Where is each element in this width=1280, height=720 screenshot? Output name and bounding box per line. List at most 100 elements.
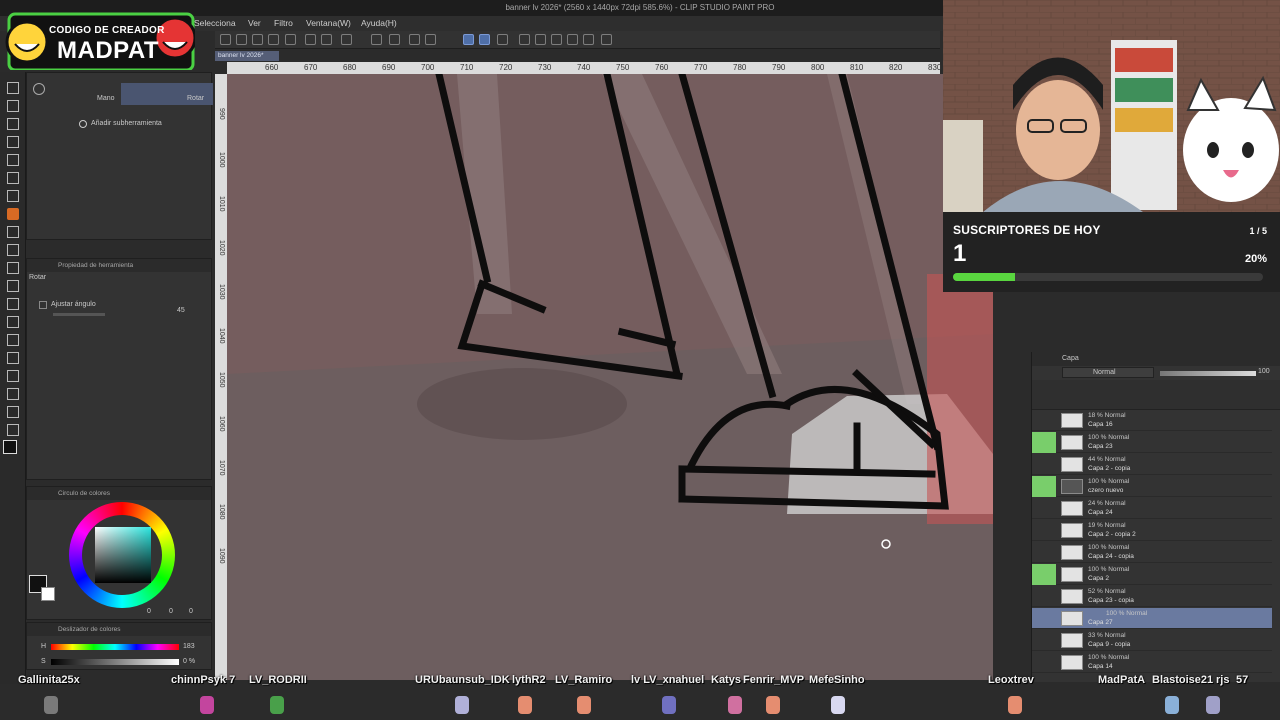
line-fix-tool-icon[interactable] — [7, 424, 19, 436]
layer-row[interactable]: 52 % Normal Capa 23 - copia — [1032, 586, 1272, 607]
visibility-eye-icon[interactable] — [1032, 432, 1056, 453]
background-color-swatch[interactable] — [41, 587, 55, 601]
select-tool-icon[interactable] — [7, 82, 19, 94]
snap-ruler-icon[interactable] — [463, 34, 474, 45]
frame-tool-icon[interactable] — [7, 352, 19, 364]
opacity-value[interactable]: 100 — [1258, 368, 1270, 375]
visibility-eye-icon[interactable] — [1032, 542, 1056, 563]
saturation-value[interactable]: 0 % — [183, 658, 195, 665]
layer-row[interactable]: 100 % Normal Capa 24 - copia — [1032, 542, 1272, 563]
layer-row[interactable]: 18 % Normal Capa 16 — [1032, 410, 1272, 431]
text-tool-icon[interactable] — [7, 388, 19, 400]
menu-ayuda[interactable]: Ayuda(H) — [361, 16, 397, 31]
hue-value[interactable]: 183 — [183, 643, 195, 650]
open-icon[interactable] — [236, 34, 247, 45]
monitor-icon[interactable] — [601, 34, 612, 45]
redo-icon[interactable] — [321, 34, 332, 45]
chat-username: Blastoise21 — [1152, 674, 1214, 686]
blend-tool-icon[interactable] — [7, 280, 19, 292]
add-subtool-button[interactable]: Añadir subherramienta — [91, 120, 162, 127]
hue-slider[interactable] — [51, 644, 179, 650]
snap-special-ruler-icon[interactable] — [479, 34, 490, 45]
undo-icon[interactable] — [305, 34, 316, 45]
gradient-tool-icon[interactable] — [7, 316, 19, 328]
clear-icon[interactable] — [409, 34, 420, 45]
figure-tool-icon[interactable] — [7, 334, 19, 346]
layer-mode: 24 % Normal — [1088, 500, 1126, 507]
layer-row[interactable]: 19 % Normal Capa 2 - copia 2 — [1032, 520, 1272, 541]
ruler-top-label: 750 — [616, 63, 630, 72]
blend-mode-select[interactable]: Normal — [1062, 367, 1154, 378]
grid-icon[interactable] — [583, 34, 594, 45]
layer-thumbnail — [1061, 655, 1083, 670]
layer-mode: 100 % Normal — [1088, 654, 1130, 661]
eyedropper-tool-icon[interactable] — [7, 154, 19, 166]
main-color-swatch[interactable] — [3, 440, 17, 454]
zoom-fit-icon[interactable] — [551, 34, 562, 45]
layer-thumbnail — [1061, 545, 1083, 560]
crop-icon[interactable] — [389, 34, 400, 45]
save-icon[interactable] — [252, 34, 263, 45]
layer-row[interactable]: 33 % Normal Capa 9 - copia — [1032, 630, 1272, 651]
fill-tool-icon[interactable] — [7, 298, 19, 310]
brush-tool-icon[interactable] — [7, 208, 19, 220]
pen-tool-icon[interactable] — [7, 172, 19, 184]
airbrush-tool-icon[interactable] — [7, 226, 19, 238]
layer-name: Capa 23 — [1088, 443, 1113, 450]
chat-username: Leoxtrev — [988, 674, 1034, 686]
snap-angle-checkbox[interactable] — [39, 301, 47, 309]
subtool-hand-label[interactable]: Mano — [97, 95, 115, 102]
menu-ventana[interactable]: Ventana(W) — [306, 16, 351, 31]
lasso-tool-icon[interactable] — [7, 118, 19, 130]
webcam-feed — [943, 0, 1280, 212]
saturation-value-square[interactable] — [95, 527, 151, 583]
angle-slider[interactable] — [53, 313, 105, 316]
visibility-eye-icon[interactable] — [1032, 564, 1056, 585]
menu-ver[interactable]: Ver — [248, 16, 261, 31]
ruler-tool-icon[interactable] — [7, 370, 19, 382]
canvas-tab[interactable]: banner lv 2026* — [215, 51, 279, 61]
balloon-tool-icon[interactable] — [7, 406, 19, 418]
fill-icon[interactable] — [425, 34, 436, 45]
new-icon[interactable] — [220, 34, 231, 45]
menu-filtro[interactable]: Filtro — [274, 16, 293, 31]
add-icon — [79, 120, 87, 128]
saturation-slider[interactable] — [51, 659, 179, 665]
pen-icon[interactable] — [497, 34, 508, 45]
layer-row[interactable]: 24 % Normal Capa 24 — [1032, 498, 1272, 519]
menu-selecciona[interactable]: Selecciona — [194, 16, 236, 31]
visibility-eye-icon[interactable] — [1032, 630, 1056, 651]
layer-tab[interactable]: Capa — [1062, 355, 1079, 362]
visibility-eye-icon[interactable] — [1032, 520, 1056, 541]
layer-row[interactable]: 100 % Normal Capa 2 — [1032, 564, 1272, 585]
ruler-top-label: 690 — [382, 63, 396, 72]
visibility-eye-icon[interactable] — [1032, 454, 1056, 475]
help-icon[interactable] — [519, 34, 530, 45]
move-icon[interactable] — [567, 34, 578, 45]
layer-thumbnail — [1061, 567, 1083, 582]
angle-value[interactable]: 45 — [177, 307, 185, 314]
visibility-eye-icon[interactable] — [1032, 608, 1056, 629]
loading-icon[interactable] — [341, 34, 352, 45]
visibility-eye-icon[interactable] — [1032, 586, 1056, 607]
subtool-rotate-label[interactable]: Rotar — [187, 95, 204, 102]
visibility-eye-icon[interactable] — [1032, 498, 1056, 519]
export-icon[interactable] — [268, 34, 279, 45]
eraser-tool-icon[interactable] — [7, 262, 19, 274]
pencil-tool-icon[interactable] — [7, 190, 19, 202]
layer-row-selected[interactable]: 100 % Normal Capa 27 — [1032, 608, 1272, 629]
color-circle-panel: Circulo de colores 0 0 0 — [26, 486, 212, 620]
layer-folder-row[interactable]: 100 % Normal czero nuevo — [1032, 476, 1272, 497]
cloud-icon[interactable] — [285, 34, 296, 45]
layer-row[interactable]: 100 % Normal Capa 23 — [1032, 432, 1272, 453]
opacity-slider[interactable] — [1160, 371, 1256, 376]
layer-row[interactable]: 44 % Normal Capa 2 - copia — [1032, 454, 1272, 475]
move-tool-icon[interactable] — [7, 100, 19, 112]
decoration-tool-icon[interactable] — [7, 244, 19, 256]
visibility-eye-icon[interactable] — [1032, 410, 1056, 431]
drawing-canvas[interactable] — [227, 74, 993, 680]
transform-icon[interactable] — [371, 34, 382, 45]
visibility-eye-icon[interactable] — [1032, 476, 1056, 497]
wand-tool-icon[interactable] — [7, 136, 19, 148]
select-icon[interactable] — [535, 34, 546, 45]
